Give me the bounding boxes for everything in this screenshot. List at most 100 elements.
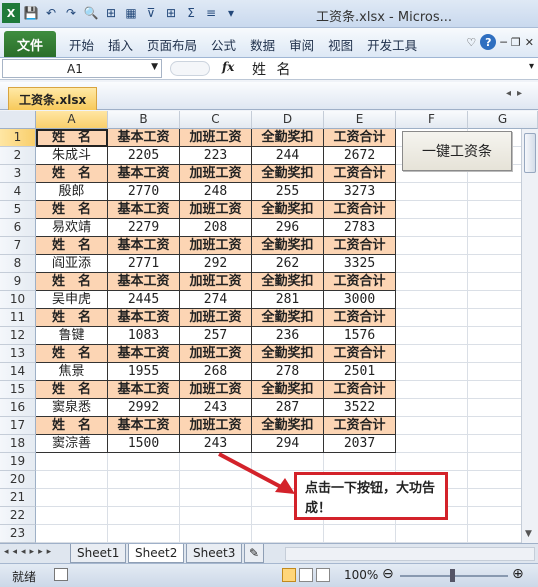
formula-input[interactable]: 姓 名 [252, 59, 293, 79]
header-cell[interactable]: 姓 名 [36, 345, 108, 363]
row-header-4[interactable]: 4 [0, 183, 36, 201]
zoom-level[interactable]: 100% [344, 568, 378, 582]
undo-icon[interactable]: ↶ [42, 3, 60, 23]
tab-formulas[interactable]: 公式 [204, 35, 243, 54]
calculator-icon[interactable]: ▦ [122, 3, 140, 23]
header-cell[interactable]: 全勤奖扣 [252, 201, 324, 219]
header-cell[interactable]: 工资合计 [324, 417, 396, 435]
row-header-20[interactable]: 20 [0, 471, 36, 489]
header-cell[interactable]: 加班工资 [180, 345, 252, 363]
empty-cell[interactable] [252, 525, 324, 543]
header-cell[interactable]: 加班工资 [180, 417, 252, 435]
header-cell[interactable]: 姓 名 [36, 381, 108, 399]
empty-cell[interactable] [180, 525, 252, 543]
tab-page-layout[interactable]: 页面布局 [140, 35, 204, 54]
employee-name-cell[interactable]: 鲁键 [36, 327, 108, 345]
sheet-nav-icon[interactable]: ◂◂◂▸▸▸ [4, 547, 55, 557]
empty-cell[interactable] [396, 273, 468, 291]
vertical-scrollbar[interactable]: ▲ ▼ [521, 111, 538, 543]
empty-cell[interactable] [108, 489, 180, 507]
header-cell[interactable]: 全勤奖扣 [252, 381, 324, 399]
value-cell[interactable]: 3522 [324, 399, 396, 417]
value-cell[interactable]: 1576 [324, 327, 396, 345]
header-cell[interactable]: 加班工资 [180, 129, 252, 147]
filter-icon[interactable]: ⊽ [142, 3, 160, 23]
horizontal-scrollbar[interactable] [285, 547, 535, 561]
header-cell[interactable]: 工资合计 [324, 309, 396, 327]
empty-cell[interactable] [108, 507, 180, 525]
empty-cell[interactable] [396, 183, 468, 201]
header-cell[interactable]: 基本工资 [108, 345, 180, 363]
row-header-3[interactable]: 3 [0, 165, 36, 183]
header-cell[interactable]: 工资合计 [324, 345, 396, 363]
chevron-down-icon[interactable]: ▼ [151, 62, 158, 72]
tab-insert[interactable]: 插入 [101, 35, 140, 54]
workbook-nav-icon[interactable]: ◂▸ [506, 88, 528, 99]
row-header-13[interactable]: 13 [0, 345, 36, 363]
header-cell[interactable]: 姓 名 [36, 417, 108, 435]
column-header-b[interactable]: B [108, 111, 180, 129]
header-cell[interactable]: 基本工资 [108, 309, 180, 327]
empty-cell[interactable] [36, 453, 108, 471]
header-cell[interactable]: 工资合计 [324, 237, 396, 255]
value-cell[interactable]: 3000 [324, 291, 396, 309]
empty-cell[interactable] [36, 471, 108, 489]
dropdown-icon[interactable]: ▾ [222, 3, 240, 23]
value-cell[interactable]: 2783 [324, 219, 396, 237]
header-cell[interactable]: 全勤奖扣 [252, 345, 324, 363]
value-cell[interactable]: 292 [180, 255, 252, 273]
value-cell[interactable]: 1955 [108, 363, 180, 381]
page-break-view-icon[interactable] [316, 568, 330, 582]
help-icon[interactable]: ? [480, 34, 497, 50]
header-cell[interactable]: 工资合计 [324, 381, 396, 399]
row-header-18[interactable]: 18 [0, 435, 36, 453]
value-cell[interactable]: 248 [180, 183, 252, 201]
employee-name-cell[interactable]: 吴申虎 [36, 291, 108, 309]
header-cell[interactable]: 全勤奖扣 [252, 417, 324, 435]
zoom-in-icon[interactable]: ⊕ [512, 566, 524, 582]
empty-cell[interactable] [324, 453, 396, 471]
empty-cell[interactable] [396, 525, 468, 543]
align-icon[interactable]: ≡ [202, 3, 220, 23]
window-close-icon[interactable]: ✕ [525, 36, 534, 49]
value-cell[interactable]: 2992 [108, 399, 180, 417]
employee-name-cell[interactable]: 阎亚添 [36, 255, 108, 273]
empty-cell[interactable] [324, 525, 396, 543]
row-header-12[interactable]: 12 [0, 327, 36, 345]
column-header-c[interactable]: C [180, 111, 252, 129]
header-cell[interactable]: 姓 名 [36, 273, 108, 291]
normal-view-icon[interactable] [282, 568, 296, 582]
macro-record-icon[interactable] [54, 568, 68, 581]
file-tab[interactable]: 文件 [4, 31, 56, 57]
value-cell[interactable]: 223 [180, 147, 252, 165]
value-cell[interactable]: 208 [180, 219, 252, 237]
empty-cell[interactable] [36, 507, 108, 525]
tab-data[interactable]: 数据 [243, 35, 282, 54]
header-cell[interactable]: 工资合计 [324, 273, 396, 291]
employee-name-cell[interactable]: 窦泉悉 [36, 399, 108, 417]
row-header-23[interactable]: 23 [0, 525, 36, 543]
empty-cell[interactable] [396, 399, 468, 417]
empty-cell[interactable] [396, 327, 468, 345]
value-cell[interactable]: 1083 [108, 327, 180, 345]
value-cell[interactable]: 2205 [108, 147, 180, 165]
header-cell[interactable]: 加班工资 [180, 165, 252, 183]
header-cell[interactable]: 全勤奖扣 [252, 129, 324, 147]
header-cell[interactable]: 基本工资 [108, 237, 180, 255]
value-cell[interactable]: 2672 [324, 147, 396, 165]
empty-cell[interactable] [108, 453, 180, 471]
tab-home[interactable]: 开始 [62, 35, 101, 54]
header-cell[interactable]: 全勤奖扣 [252, 309, 324, 327]
value-cell[interactable]: 2279 [108, 219, 180, 237]
empty-cell[interactable] [396, 255, 468, 273]
employee-name-cell[interactable]: 殷郎 [36, 183, 108, 201]
insert-sheet-icon[interactable]: ✎ [244, 544, 265, 563]
empty-cell[interactable] [396, 363, 468, 381]
empty-cell[interactable] [396, 291, 468, 309]
tab-developer[interactable]: 开发工具 [360, 35, 424, 54]
value-cell[interactable]: 3273 [324, 183, 396, 201]
header-cell[interactable]: 全勤奖扣 [252, 273, 324, 291]
value-cell[interactable]: 274 [180, 291, 252, 309]
row-header-7[interactable]: 7 [0, 237, 36, 255]
row-header-21[interactable]: 21 [0, 489, 36, 507]
